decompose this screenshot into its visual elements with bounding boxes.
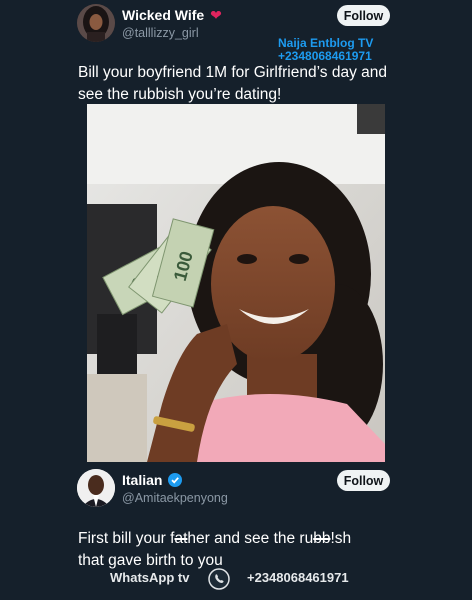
reply-text-strike1: at	[174, 530, 188, 547]
reply-author-name[interactable]: Italian	[122, 472, 183, 490]
tweet-author-handle[interactable]: @talllizzy_girl	[122, 26, 199, 40]
watermark: Naija Entblog TV +2348068461971	[278, 37, 373, 63]
photo-image: 100 100 100	[87, 104, 385, 462]
reply-author-handle[interactable]: @Amitaekpenyong	[122, 491, 228, 505]
reply-follow-button[interactable]: Follow	[337, 470, 390, 491]
tweet-photo[interactable]: 100 100 100	[87, 104, 385, 462]
avatar-image-icon	[77, 469, 115, 507]
reply-text: First bill your father and see the rubb!…	[78, 528, 378, 572]
footer-phone: +2348068461971	[247, 570, 349, 585]
avatar-italian[interactable]	[77, 469, 115, 507]
whatsapp-icon	[208, 568, 230, 590]
footer-whatsapp-label: WhatsApp tv	[110, 570, 190, 585]
reply-text-strike2: bb	[313, 530, 331, 547]
heart-emoji-icon: ❤	[210, 7, 222, 23]
reply-text-part1: First bill your f	[78, 530, 175, 547]
reply-author-name-text: Italian	[122, 472, 163, 488]
verified-badge-icon	[168, 473, 183, 490]
follow-button[interactable]: Follow	[337, 5, 390, 26]
reply-text-part2: her and see the ru	[187, 530, 314, 547]
tweet-author-name[interactable]: Wicked Wife ❤	[122, 7, 222, 24]
author-name-text: Wicked Wife	[122, 7, 205, 23]
tweet-text: Bill your boyfriend 1M for Girlfriend’s …	[78, 64, 387, 103]
avatar-wicked-wife[interactable]	[77, 4, 115, 42]
avatar-image-icon	[77, 4, 115, 42]
